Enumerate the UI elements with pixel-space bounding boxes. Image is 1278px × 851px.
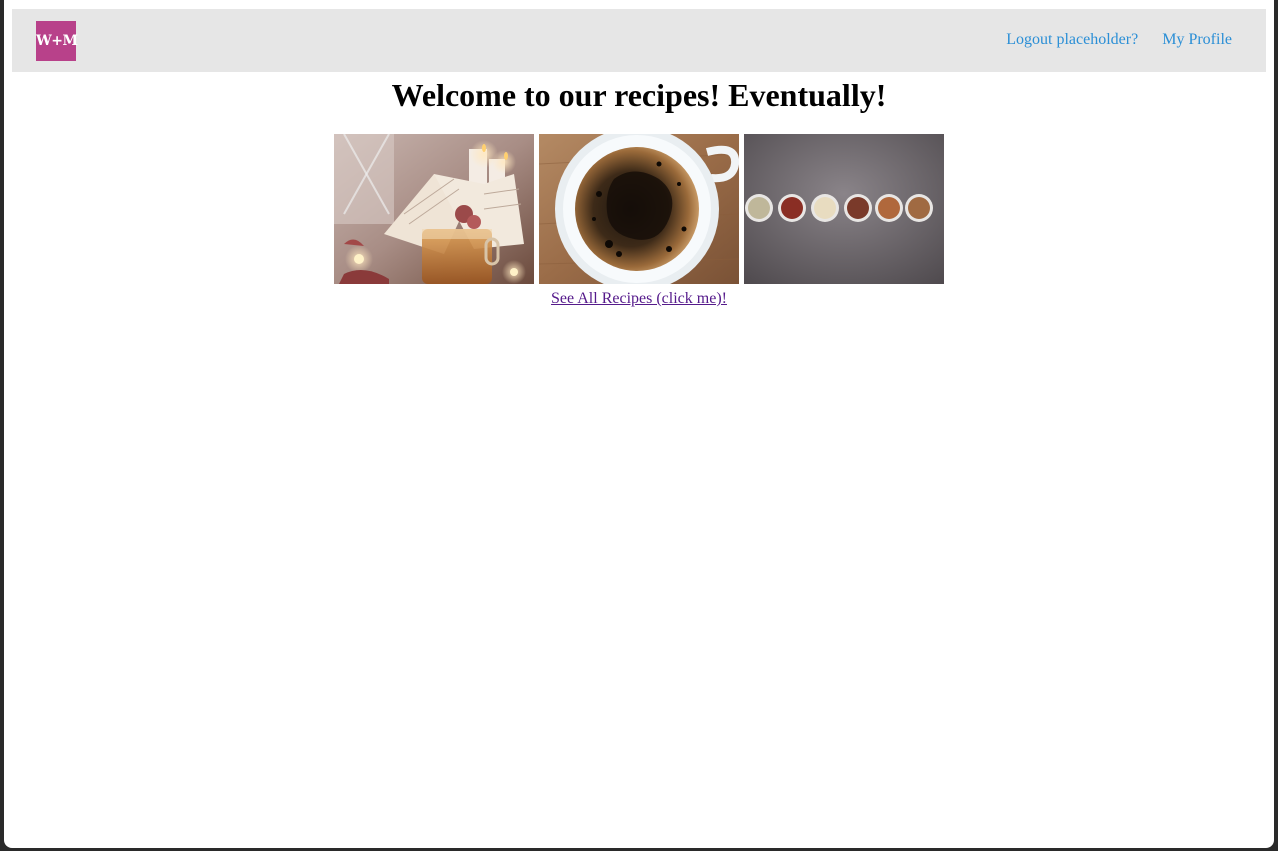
recipe-image-gallery <box>334 134 944 284</box>
page-title: Welcome to our recipes! Eventually! <box>391 77 887 113</box>
coffee-cup-image <box>539 134 739 284</box>
see-all-recipes: See All Recipes (click me)! <box>4 290 1274 308</box>
my-profile-link[interactable]: My Profile <box>1162 31 1232 49</box>
site-logo[interactable]: W+M <box>36 21 78 61</box>
nav-links: Logout placeholder? My Profile <box>1006 31 1232 49</box>
navbar: W+M Logout placeholder? My Profile <box>12 9 1266 72</box>
browser-viewport: W+M Logout placeholder? My Profile Welco… <box>4 0 1274 848</box>
tea-candles-image <box>334 134 534 284</box>
see-all-recipes-link[interactable]: See All Recipes (click me)! <box>551 290 727 307</box>
nut-bowls-image <box>744 134 944 284</box>
logout-link[interactable]: Logout placeholder? <box>1006 31 1138 49</box>
